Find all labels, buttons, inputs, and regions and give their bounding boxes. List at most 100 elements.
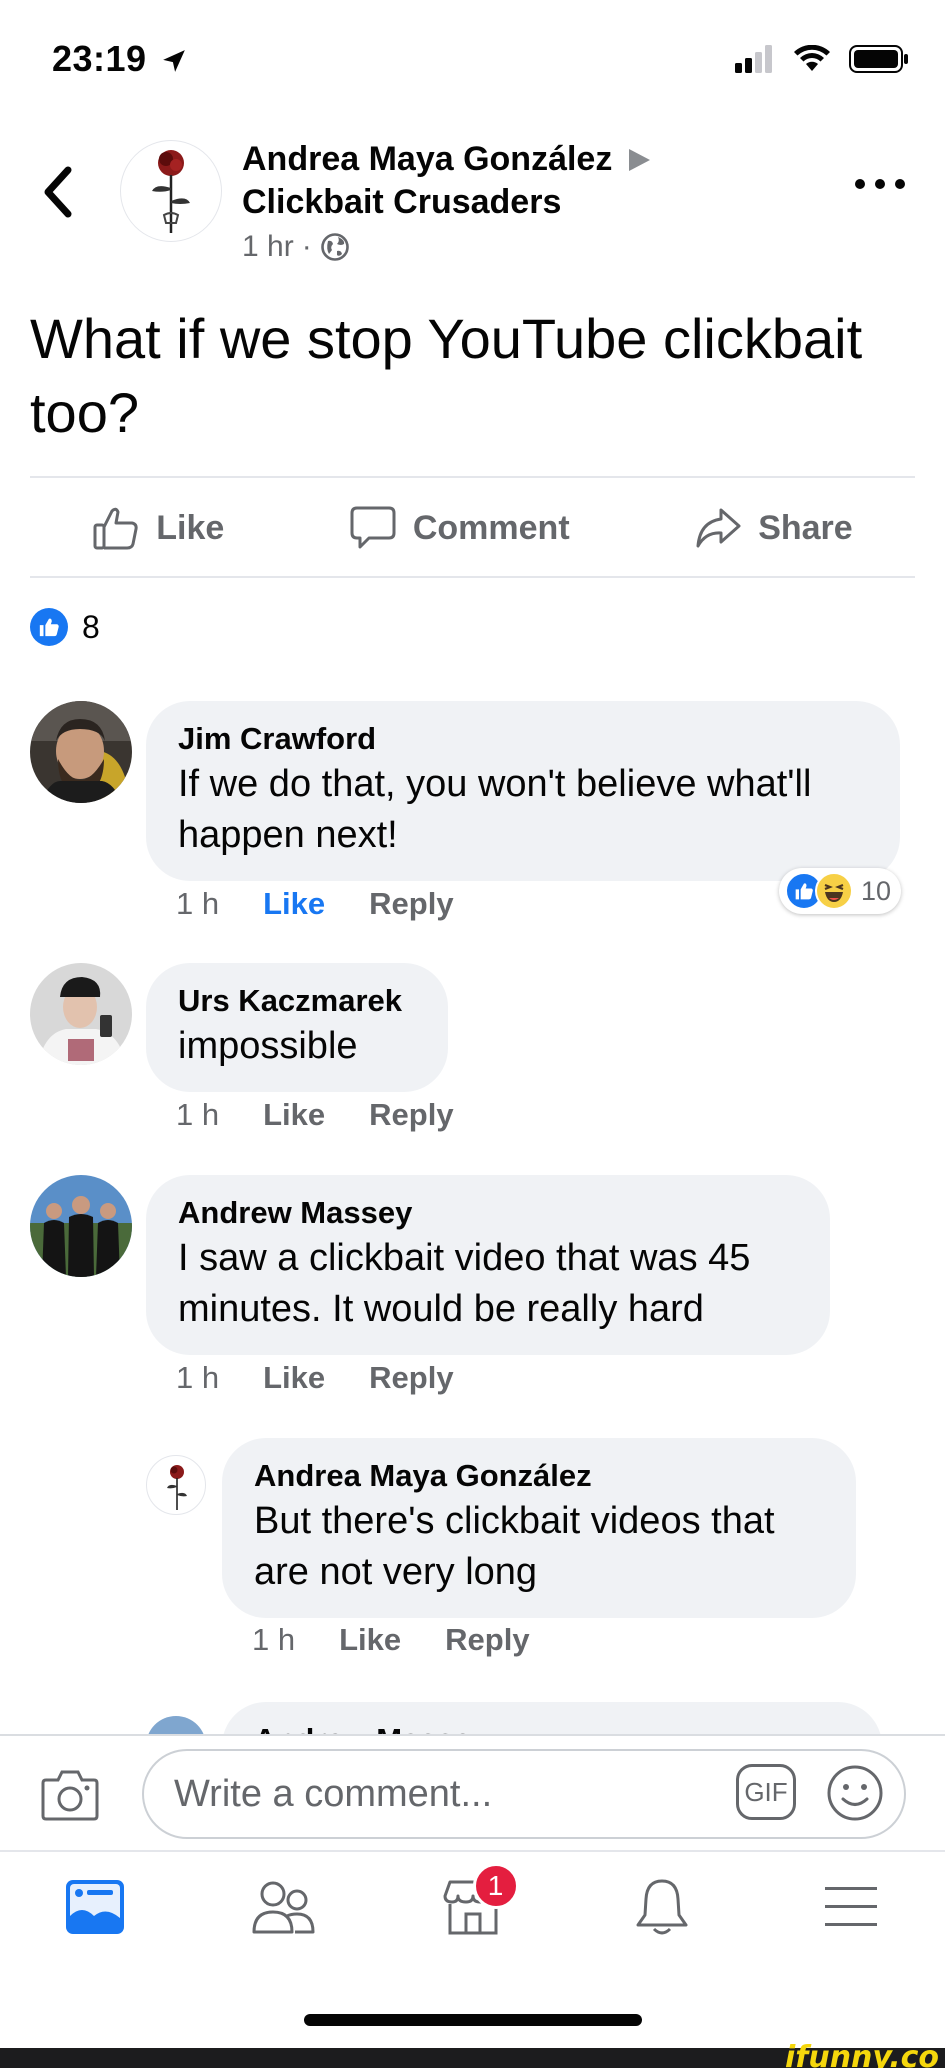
dot xyxy=(895,179,905,189)
comment-text: impossible xyxy=(178,1025,358,1067)
rose-logo-icon xyxy=(167,1465,187,1510)
commenter-name[interactable]: Andrew Massey xyxy=(178,1193,798,1233)
smiley-icon xyxy=(827,1765,883,1821)
comment-time[interactable]: 1 h xyxy=(176,886,219,922)
news-feed-icon xyxy=(65,1880,124,1934)
post-action-bar: Like Comment Share xyxy=(30,480,915,576)
comment-actions: 1 h Like Reply xyxy=(176,1097,454,1133)
nav-menu[interactable] xyxy=(811,1867,891,1947)
comment-like-button[interactable]: Like xyxy=(263,1360,325,1396)
like-button[interactable]: Like xyxy=(92,505,224,551)
nav-news-feed[interactable] xyxy=(55,1867,135,1947)
comment-text: I saw a clickbait video that was 45 minu… xyxy=(178,1237,751,1330)
avatar-photo xyxy=(30,701,132,803)
hamburger-menu-icon xyxy=(824,1887,877,1926)
comment-button[interactable]: Comment xyxy=(349,505,570,551)
avatar-photo xyxy=(30,963,132,1065)
location-arrow-icon xyxy=(163,50,185,72)
nav-marketplace[interactable]: 1 xyxy=(433,1863,519,1947)
comment-actions: 1 h Like Reply xyxy=(176,1360,454,1396)
comment-reply-button[interactable]: Reply xyxy=(369,1097,453,1133)
post-author-line: Andrea Maya González xyxy=(242,140,652,179)
haha-reaction-icon xyxy=(814,872,853,910)
comment-bubble[interactable]: Urs Kaczmarek impossible xyxy=(146,963,448,1092)
emoji-button[interactable] xyxy=(826,1764,884,1822)
comment-like-button[interactable]: Like xyxy=(263,886,325,922)
comment-reply-button[interactable]: Reply xyxy=(369,1360,453,1396)
post-text: What if we stop YouTube clickbait too? xyxy=(30,307,863,444)
comment-time[interactable]: 1 h xyxy=(176,1097,219,1133)
comment-actions: 1 h Like Reply xyxy=(176,886,454,922)
avatar-photo xyxy=(30,1175,132,1277)
watermark: ifunny.co xyxy=(785,2040,939,2068)
comment-text: If we do that, you won't believe what'll… xyxy=(178,763,812,856)
composer-divider xyxy=(0,1734,945,1736)
reaction-summary[interactable]: 8 xyxy=(30,608,100,646)
reply-bubble[interactable]: Andrea Maya González But there's clickba… xyxy=(222,1438,856,1618)
reply-avatar[interactable] xyxy=(146,1455,206,1515)
commenter-name[interactable]: Jim Crawford xyxy=(178,719,868,759)
commenter-name[interactable]: Andrew Massey xyxy=(254,1720,850,1734)
share-arrow-icon xyxy=(696,508,741,548)
play-arrow-icon xyxy=(629,148,651,171)
commenter-avatar[interactable] xyxy=(30,1175,132,1277)
back-button[interactable] xyxy=(38,164,78,220)
comment-bubble-icon xyxy=(350,506,396,549)
commenter-avatar[interactable] xyxy=(30,963,132,1065)
marketplace-badge: 1 xyxy=(472,1863,519,1909)
globe-icon xyxy=(320,233,349,261)
bell-icon xyxy=(636,1879,687,1935)
comment-like-button[interactable]: Like xyxy=(263,1097,325,1133)
friends-icon xyxy=(252,1881,314,1934)
home-indicator[interactable] xyxy=(304,2014,642,2026)
dot xyxy=(855,179,865,189)
thumbs-up-icon xyxy=(93,507,138,550)
signal-icon xyxy=(735,45,772,73)
comment-reaction-pill[interactable]: 10 xyxy=(778,868,901,914)
camera-button[interactable] xyxy=(40,1766,100,1822)
comment-reply-button[interactable]: Reply xyxy=(369,886,453,922)
comment-actions: 1 h Like Reply xyxy=(252,1622,530,1658)
status-time: 23:19 xyxy=(52,38,187,80)
comment-bubble[interactable]: Andrew Massey I saw a clickbait video th… xyxy=(146,1175,830,1355)
dot xyxy=(875,179,885,189)
comment-time[interactable]: 1 h xyxy=(252,1622,295,1658)
gif-button[interactable]: GIF xyxy=(736,1764,796,1820)
comment-text: But there's clickbait videos that are no… xyxy=(254,1500,775,1593)
chevron-left-icon xyxy=(44,166,72,218)
like-count: 8 xyxy=(82,608,100,645)
post-author-name[interactable]: Andrea Maya González xyxy=(242,140,612,179)
like-label: Like xyxy=(156,508,225,547)
like-reaction-icon xyxy=(30,608,68,646)
share-label: Share xyxy=(758,508,853,547)
post-meta: 1 hr · xyxy=(242,230,350,264)
commenter-avatar[interactable] xyxy=(30,701,132,803)
battery-icon xyxy=(849,45,908,73)
camera-icon xyxy=(41,1770,99,1821)
comment-time[interactable]: 1 h xyxy=(176,1360,219,1396)
reply-bubble[interactable]: Andrew Massey xyxy=(222,1702,882,1734)
commenter-name[interactable]: Andrea Maya González xyxy=(254,1456,824,1496)
share-button[interactable]: Share xyxy=(694,506,853,550)
comment-bubble[interactable]: Jim Crawford If we do that, you won't be… xyxy=(146,701,900,881)
wifi-icon xyxy=(794,45,830,71)
divider xyxy=(30,476,915,478)
more-options-button[interactable] xyxy=(855,170,905,198)
meta-separator: · xyxy=(301,230,312,263)
post-time[interactable]: 1 hr xyxy=(242,230,294,264)
bottom-nav: 1 xyxy=(0,1852,945,1962)
commenter-name[interactable]: Urs Kaczmarek xyxy=(178,981,416,1021)
divider xyxy=(30,576,915,578)
comment-reply-button[interactable]: Reply xyxy=(445,1622,529,1658)
nav-friends[interactable] xyxy=(244,1867,324,1947)
status-indicators xyxy=(735,44,909,74)
author-avatar[interactable] xyxy=(120,140,222,242)
comment-like-button[interactable]: Like xyxy=(339,1622,401,1658)
rose-logo-icon xyxy=(152,150,190,233)
post-group-name[interactable]: Clickbait Crusaders xyxy=(242,183,561,222)
reply-avatar[interactable] xyxy=(146,1716,206,1734)
reaction-count: 10 xyxy=(860,875,891,906)
partial-reply: Andrew Massey xyxy=(0,1690,945,1734)
nav-notifications[interactable] xyxy=(622,1867,702,1947)
comment-label: Comment xyxy=(412,508,570,547)
